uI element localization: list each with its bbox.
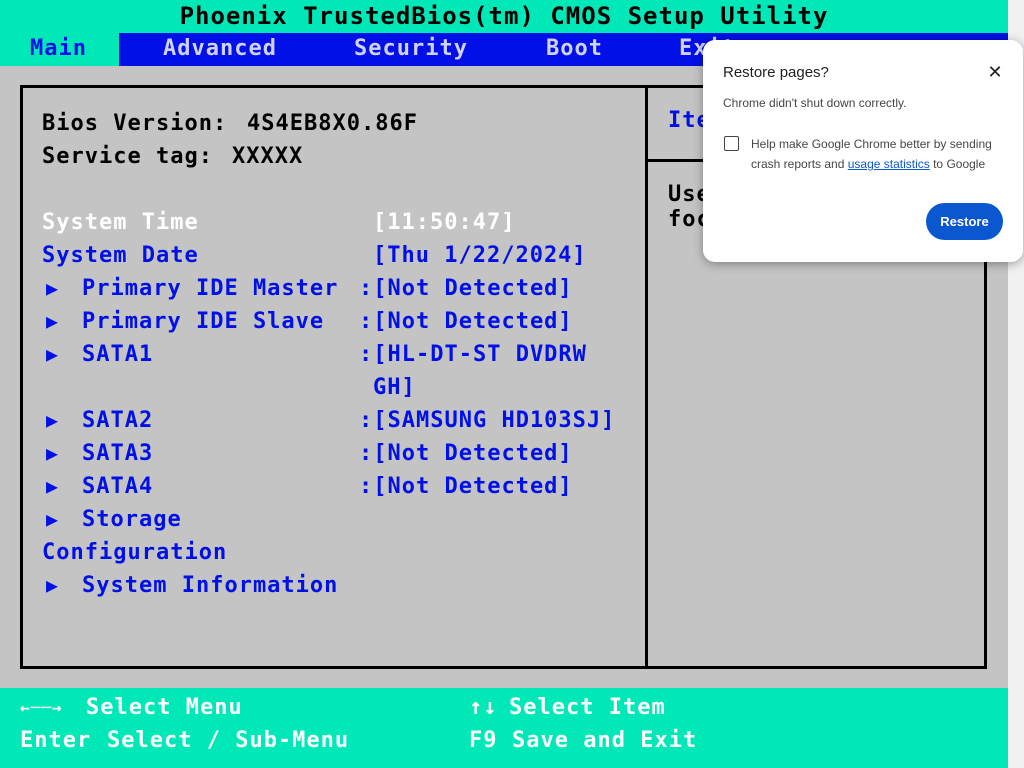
- system-time-value[interactable]: [11:50:47]: [373, 206, 515, 239]
- tab-security[interactable]: Security: [354, 33, 468, 66]
- tab-main[interactable]: Main: [0, 33, 119, 66]
- crash-reports-label: Help make Google Chrome better by sendin…: [751, 134, 1001, 174]
- bios-version-label: Bios Version:: [42, 111, 228, 136]
- primary-ide-master-label[interactable]: Primary IDE Master: [82, 272, 338, 305]
- left-right-arrows-icon: ←──→: [20, 698, 63, 717]
- service-tag-value: XXXXX: [232, 144, 304, 169]
- sata4-label[interactable]: SATA4: [82, 470, 153, 503]
- crash-reports-checkbox[interactable]: [724, 136, 739, 151]
- f9-key-text: F9: [469, 728, 498, 753]
- submenu-arrow-icon: ▶: [46, 573, 60, 597]
- dialog-title: Restore pages?: [723, 64, 829, 81]
- select-submenu-text: Select / Sub-Menu: [107, 728, 350, 753]
- crash-reports-suffix: to Google: [929, 157, 986, 171]
- sata1-value: :[HL-DT-ST DVDRW: [359, 342, 587, 367]
- system-date-value[interactable]: [Thu 1/22/2024]: [373, 239, 587, 272]
- storage-configuration-label-cont[interactable]: Configuration: [42, 536, 227, 569]
- submenu-arrow-icon: ▶: [46, 441, 60, 465]
- key-help-footer: ←──→ Select Menu Enter Select / Sub-Menu…: [0, 688, 1008, 768]
- select-menu-text: Select Menu: [86, 695, 243, 720]
- save-and-exit-text: Save and Exit: [512, 728, 698, 753]
- primary-ide-slave-label[interactable]: Primary IDE Slave: [82, 305, 324, 338]
- submenu-arrow-icon: ▶: [46, 408, 60, 432]
- sata2-value: :[SAMSUNG HD103SJ]: [359, 408, 616, 433]
- submenu-arrow-icon: ▶: [46, 507, 60, 531]
- service-tag-label: Service tag:: [42, 144, 213, 169]
- sata1-value-cont: GH]: [373, 375, 416, 400]
- sata4-value: :[Not Detected]: [359, 474, 573, 499]
- up-down-arrows-icon: ↑↓: [469, 695, 498, 720]
- primary-ide-slave-value: :[Not Detected]: [359, 309, 573, 334]
- enter-key-text: Enter: [20, 728, 92, 753]
- bios-title-bar: Phoenix TrustedBios(tm) CMOS Setup Utili…: [0, 0, 1008, 33]
- usage-statistics-link[interactable]: usage statistics: [848, 157, 930, 171]
- sata3-value: :[Not Detected]: [359, 441, 573, 466]
- bios-title: Phoenix TrustedBios(tm) CMOS Setup Utili…: [179, 2, 829, 30]
- primary-ide-master-value: :[Not Detected]: [359, 276, 573, 301]
- close-icon[interactable]: ✕: [983, 60, 1007, 84]
- submenu-arrow-icon: ▶: [46, 276, 60, 300]
- system-date-label[interactable]: System Date: [42, 239, 199, 272]
- storage-configuration-label[interactable]: Storage: [82, 503, 182, 536]
- system-time-label[interactable]: System Time: [42, 206, 199, 239]
- sata2-label[interactable]: SATA2: [82, 404, 153, 437]
- submenu-arrow-icon: ▶: [46, 474, 60, 498]
- sata3-label[interactable]: SATA3: [82, 437, 153, 470]
- bios-version-value: 4S4EB8X0.86F: [247, 111, 418, 136]
- dialog-message: Chrome didn't shut down correctly.: [723, 96, 907, 110]
- restore-pages-dialog: Restore pages? ✕ Chrome didn't shut down…: [703, 40, 1023, 262]
- tab-boot[interactable]: Boot: [546, 33, 603, 66]
- sata1-label[interactable]: SATA1: [82, 338, 153, 371]
- select-item-text: Select Item: [509, 695, 666, 720]
- submenu-arrow-icon: ▶: [46, 309, 60, 333]
- tab-advanced[interactable]: Advanced: [163, 33, 277, 66]
- restore-button[interactable]: Restore: [926, 203, 1003, 240]
- submenu-arrow-icon: ▶: [46, 342, 60, 366]
- system-information-label[interactable]: System Information: [82, 569, 338, 602]
